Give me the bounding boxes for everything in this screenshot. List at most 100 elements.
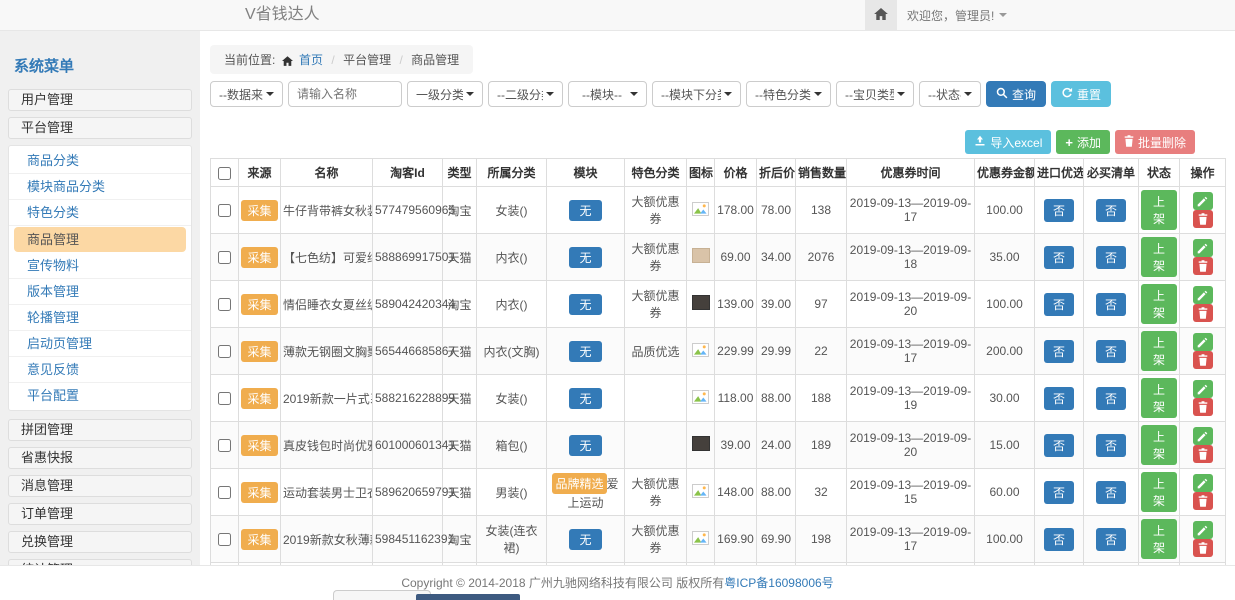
add-button[interactable]: +添加: [1056, 130, 1110, 154]
item-type-select[interactable]: --宝贝类型--: [836, 81, 914, 107]
reset-button[interactable]: 重置: [1051, 81, 1111, 107]
row-checkbox[interactable]: [218, 345, 231, 358]
must-buy-toggle[interactable]: 否: [1096, 434, 1126, 457]
breadcrumb-home-link[interactable]: 首页: [299, 53, 323, 67]
source-badge: 采集: [241, 341, 277, 362]
delete-button[interactable]: [1193, 304, 1213, 322]
module-badge[interactable]: 无: [569, 247, 601, 268]
import-optimal-toggle[interactable]: 否: [1044, 246, 1074, 269]
module-badge[interactable]: 无: [569, 341, 601, 362]
sidebar-subitem-module-product-category[interactable]: 模块商品分类: [9, 174, 191, 200]
import-optimal-toggle[interactable]: 否: [1044, 387, 1074, 410]
must-buy-toggle[interactable]: 否: [1096, 293, 1126, 316]
edit-button[interactable]: [1193, 474, 1213, 492]
delete-button[interactable]: [1193, 210, 1213, 228]
sidebar-item-platform-mgmt[interactable]: 平台管理: [8, 117, 192, 139]
delete-button[interactable]: [1193, 492, 1213, 510]
user-menu[interactable]: 欢迎您，管理员!: [907, 0, 1007, 30]
status-select[interactable]: --状态--: [919, 81, 981, 107]
status-button[interactable]: 上架: [1141, 472, 1177, 512]
edit-button[interactable]: [1193, 192, 1213, 210]
delete-button[interactable]: [1193, 445, 1213, 463]
module-badge[interactable]: 无: [569, 388, 601, 409]
import-optimal-toggle[interactable]: 否: [1044, 528, 1074, 551]
batch-delete-button[interactable]: 批量删除: [1115, 130, 1195, 154]
status-button[interactable]: 上架: [1141, 378, 1177, 418]
must-buy-toggle[interactable]: 否: [1096, 387, 1126, 410]
topbar: V省钱达人 欢迎您，管理员!: [0, 0, 1235, 31]
sidebar-item-message-mgmt[interactable]: 消息管理: [8, 475, 192, 497]
sidebar-subitem-platform-config[interactable]: 平台配置: [9, 383, 191, 408]
product-name: 2019新款女秋薄款...: [281, 516, 373, 563]
product-table: 来源 名称 淘客Id 类型 所属分类 模块 特色分类 图标 价格 折后价 销售数…: [210, 158, 1226, 600]
import-optimal-toggle[interactable]: 否: [1044, 434, 1074, 457]
sidebar-subitem-feedback[interactable]: 意见反馈: [9, 357, 191, 383]
import-optimal-toggle[interactable]: 否: [1044, 199, 1074, 222]
home-button[interactable]: [865, 0, 897, 30]
import-optimal-toggle[interactable]: 否: [1044, 293, 1074, 316]
delete-button[interactable]: [1193, 351, 1213, 369]
search-button[interactable]: 查询: [986, 81, 1046, 107]
status-button[interactable]: 上架: [1141, 284, 1177, 324]
delete-button[interactable]: [1193, 398, 1213, 416]
edit-button[interactable]: [1193, 239, 1213, 257]
module-subcategory-select[interactable]: --模块下分类--: [652, 81, 741, 107]
module-badge[interactable]: 无: [569, 435, 601, 456]
level1-category-select[interactable]: 一级分类: [407, 81, 483, 107]
import-optimal-toggle[interactable]: 否: [1044, 481, 1074, 504]
sidebar-item-group-buy-mgmt[interactable]: 拼团管理: [8, 419, 192, 441]
data-source-select[interactable]: --数据来源--: [210, 81, 283, 107]
row-checkbox[interactable]: [218, 392, 231, 405]
sidebar-subitem-version-mgmt[interactable]: 版本管理: [9, 279, 191, 305]
status-button[interactable]: 上架: [1141, 425, 1177, 465]
row-checkbox[interactable]: [218, 439, 231, 452]
delete-button[interactable]: [1193, 539, 1213, 557]
module-badge[interactable]: 无: [569, 294, 601, 315]
must-buy-toggle[interactable]: 否: [1096, 246, 1126, 269]
sidebar-subitem-feature-category[interactable]: 特色分类: [9, 200, 191, 226]
row-checkbox[interactable]: [218, 298, 231, 311]
edit-button[interactable]: [1193, 333, 1213, 351]
name-input[interactable]: [288, 81, 402, 107]
status-button[interactable]: 上架: [1141, 519, 1177, 559]
feature-category-select[interactable]: --特色分类--: [746, 81, 831, 107]
sidebar-item-savings-news[interactable]: 省惠快报: [8, 447, 192, 469]
select-all-checkbox[interactable]: [218, 167, 231, 180]
sidebar-item-order-mgmt[interactable]: 订单管理: [8, 503, 192, 525]
sidebar-item-user-mgmt[interactable]: 用户管理: [8, 89, 192, 111]
edit-button[interactable]: [1193, 286, 1213, 304]
import-excel-button[interactable]: 导入excel: [965, 130, 1051, 154]
must-buy-toggle[interactable]: 否: [1096, 199, 1126, 222]
must-buy-toggle[interactable]: 否: [1096, 340, 1126, 363]
edit-button[interactable]: [1193, 380, 1213, 398]
sidebar-subitem-product-mgmt[interactable]: 商品管理: [14, 227, 186, 252]
module-badge[interactable]: 无: [569, 529, 601, 550]
row-checkbox[interactable]: [218, 486, 231, 499]
sidebar-item-exchange-mgmt[interactable]: 兑换管理: [8, 531, 192, 553]
icon-cell: [687, 469, 715, 516]
icp-link[interactable]: 粤ICP备16098006号: [724, 576, 833, 590]
status-button[interactable]: 上架: [1141, 331, 1177, 371]
edit-button[interactable]: [1193, 427, 1213, 445]
status-button[interactable]: 上架: [1141, 190, 1177, 230]
row-checkbox[interactable]: [218, 204, 231, 217]
module-select[interactable]: --模块--: [568, 81, 647, 107]
sidebar-subitem-carousel-mgmt[interactable]: 轮播管理: [9, 305, 191, 331]
module-badge[interactable]: 品牌精选: [552, 473, 606, 494]
must-buy-toggle[interactable]: 否: [1096, 481, 1126, 504]
product-type: 天猫: [443, 422, 477, 469]
must-buy-toggle[interactable]: 否: [1096, 528, 1126, 551]
module-badge[interactable]: 无: [569, 200, 601, 221]
taoke-id: 588216228899: [373, 375, 443, 422]
import-optimal-toggle[interactable]: 否: [1044, 340, 1074, 363]
status-button[interactable]: 上架: [1141, 237, 1177, 277]
sidebar-subitem-product-category[interactable]: 商品分类: [9, 148, 191, 174]
level2-category-select[interactable]: --二级分类--: [488, 81, 563, 107]
row-checkbox[interactable]: [218, 533, 231, 546]
delete-button[interactable]: [1193, 257, 1213, 275]
row-checkbox[interactable]: [218, 251, 231, 264]
icon-cell: [687, 375, 715, 422]
sidebar-subitem-promo-material[interactable]: 宣传物料: [9, 253, 191, 279]
edit-button[interactable]: [1193, 521, 1213, 539]
sidebar-subitem-splash-mgmt[interactable]: 启动页管理: [9, 331, 191, 357]
